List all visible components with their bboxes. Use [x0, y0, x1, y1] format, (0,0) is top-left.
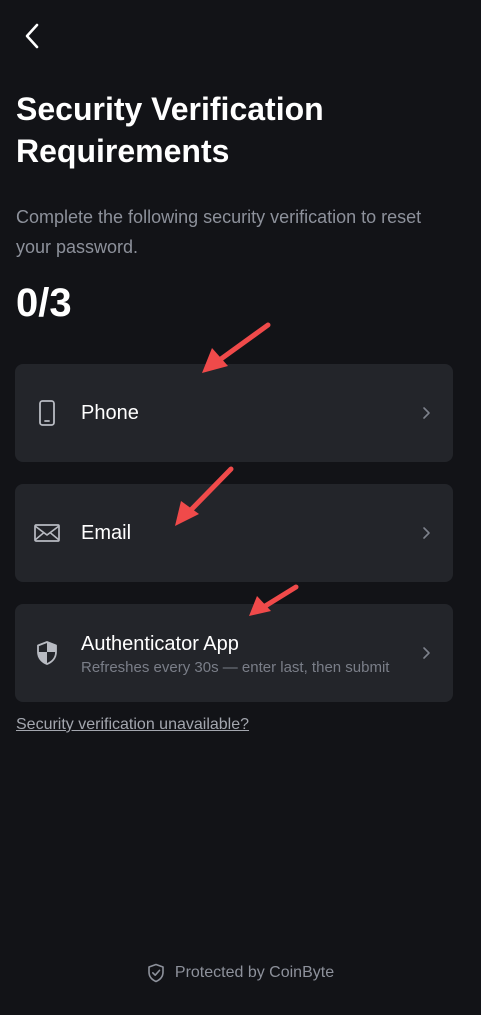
option-email[interactable]: Email [15, 484, 453, 582]
page-title: Security Verification Requirements [16, 91, 324, 169]
footer: Protected by CoinByte [0, 962, 481, 984]
option-authenticator-app[interactable]: Authenticator App Refreshes every 30s — … [15, 604, 453, 702]
footer-text: Protected by CoinByte [174, 964, 335, 981]
mail-icon [34, 524, 60, 542]
option-label: Phone [81, 402, 139, 424]
shield-check-icon [148, 963, 164, 983]
progress-count: 0/3 [16, 281, 72, 325]
chevron-right-icon [423, 407, 430, 419]
back-button[interactable] [14, 18, 50, 54]
option-phone[interactable]: Phone [15, 364, 453, 462]
option-description: Refreshes every 30s — enter last, then s… [81, 659, 390, 676]
chevron-right-icon [423, 527, 430, 539]
option-label: Authenticator App [81, 633, 239, 655]
phone-icon [39, 400, 55, 426]
chevron-right-icon [423, 647, 430, 659]
shield-icon [37, 641, 57, 665]
page-subtitle: Complete the following security verifica… [16, 207, 422, 257]
chevron-left-icon [25, 23, 39, 49]
option-label: Email [81, 522, 132, 544]
verification-unavailable-link[interactable]: Security verification unavailable? [16, 714, 249, 736]
